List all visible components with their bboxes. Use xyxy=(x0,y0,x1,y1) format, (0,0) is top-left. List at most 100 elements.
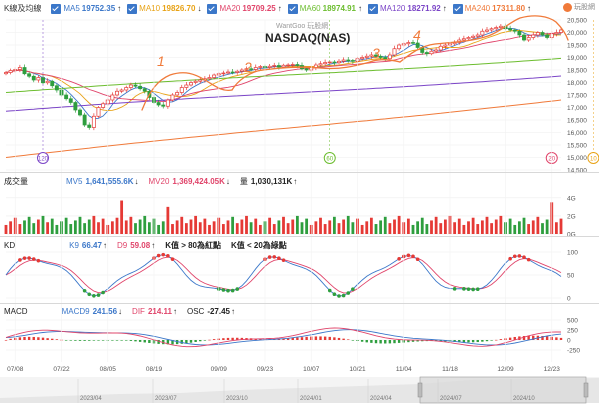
kd-low-dot xyxy=(87,292,92,297)
timeline-label: 2023/04 xyxy=(80,396,102,402)
kd-low-dot xyxy=(337,294,341,298)
osc-bar xyxy=(365,340,368,343)
candle-body xyxy=(45,80,50,84)
osc-bar xyxy=(4,340,8,341)
date-tick-label: 08/05 xyxy=(100,366,117,373)
volume-bar xyxy=(4,224,8,234)
candle-body xyxy=(175,92,180,96)
osc-bar xyxy=(120,340,123,341)
volume-bar xyxy=(527,224,531,234)
kd-tick-label: 50 xyxy=(567,273,575,280)
candle-body xyxy=(276,65,281,68)
volume-bar xyxy=(490,223,494,234)
kd-high-dot xyxy=(27,256,31,260)
volume-bar xyxy=(522,217,526,234)
osc-bar xyxy=(97,340,100,341)
candle-body xyxy=(383,57,388,60)
k9-arrow: ↑ xyxy=(102,241,107,250)
osc-bar xyxy=(351,340,355,341)
price-tick-label: 18,500 xyxy=(567,68,587,75)
volume-bar xyxy=(184,223,188,234)
candle-body xyxy=(253,67,258,70)
osc-bar xyxy=(92,340,96,341)
volume-bar xyxy=(545,219,549,234)
osc-bar xyxy=(328,336,331,340)
volume-bar xyxy=(143,215,147,234)
osc-arrow: ↑ xyxy=(231,307,235,316)
kd-high-dot xyxy=(517,254,522,258)
dif-label: DIF xyxy=(132,307,145,316)
macd9-arrow: ↓ xyxy=(118,307,123,316)
timeline-handle-right[interactable] xyxy=(583,382,589,398)
ma60-line xyxy=(5,57,562,93)
volume-bar xyxy=(369,217,373,234)
price-tick-label: 19,500 xyxy=(567,43,587,50)
price-tick-label: 19,000 xyxy=(567,55,587,62)
volume-bar xyxy=(69,224,73,234)
osc-bar xyxy=(189,340,193,343)
volume-bar xyxy=(221,224,225,234)
volume-bar xyxy=(332,216,336,234)
timeline-label: 2024/04 xyxy=(370,396,392,402)
candle-body xyxy=(179,87,184,93)
timeline-handle-left[interactable] xyxy=(417,382,423,398)
date-tick-label: 07/22 xyxy=(53,366,70,373)
volume-bar xyxy=(295,215,299,234)
candle-body xyxy=(142,88,147,92)
volume-bar xyxy=(189,219,193,234)
candle-body xyxy=(397,44,402,50)
kd-high-dot xyxy=(411,254,415,259)
osc-bar xyxy=(471,340,475,343)
osc-bar xyxy=(319,336,322,340)
candle-body xyxy=(193,80,198,83)
volume-bar xyxy=(175,220,179,234)
candle-body xyxy=(198,79,203,82)
kd-high-dot xyxy=(161,252,166,257)
volume-bar xyxy=(277,220,281,234)
candle-body xyxy=(364,55,369,58)
volume-bar xyxy=(388,223,392,234)
osc-bar xyxy=(125,340,128,341)
candle-body xyxy=(267,65,272,68)
volume-bar xyxy=(416,221,420,234)
candle-body xyxy=(78,109,82,116)
volume-bar xyxy=(513,224,517,234)
volume-bar xyxy=(101,218,105,234)
macd-tick-label: 0 xyxy=(567,338,571,345)
candle-body xyxy=(73,102,78,111)
candle-body xyxy=(540,32,545,36)
volume-bar xyxy=(92,215,96,234)
kd-low-dot xyxy=(235,287,240,291)
kd-low-dot xyxy=(466,287,471,291)
volume-bar xyxy=(541,223,544,234)
osc-bar xyxy=(360,340,364,342)
volume-bar xyxy=(9,221,13,234)
mv5-value: 1,641,555.6K xyxy=(85,177,134,186)
kd-low-dot xyxy=(341,293,346,298)
kd-high-dot xyxy=(156,253,161,258)
d9-arrow: ↑ xyxy=(151,241,156,250)
osc-bar xyxy=(476,340,479,343)
volume-bar xyxy=(87,219,91,234)
date-tick-label: 09/23 xyxy=(257,366,274,373)
volume-bar xyxy=(291,219,295,234)
osc-bar xyxy=(499,339,503,340)
osc-bar xyxy=(203,340,207,341)
candle-body xyxy=(545,34,550,38)
osc-bar xyxy=(88,340,91,341)
kd-high-dot xyxy=(18,258,22,262)
price-tick-label: 16,500 xyxy=(567,118,587,125)
volume-bar xyxy=(138,219,142,234)
candle-body xyxy=(466,37,471,40)
volume-bar xyxy=(212,221,216,234)
date-tick-label: 12/09 xyxy=(497,366,514,373)
volume-bar xyxy=(397,215,401,234)
marker-label: 10 xyxy=(590,157,597,163)
kd-low-dot xyxy=(82,288,87,293)
volume-tick-label: 0G xyxy=(567,232,576,239)
osc-bar xyxy=(226,337,230,340)
date-tick-label: 10/07 xyxy=(303,366,320,373)
timeline-label: 2024/01 xyxy=(300,396,322,402)
candle-body xyxy=(115,90,119,96)
macd9-label: MACD9 xyxy=(61,307,90,316)
